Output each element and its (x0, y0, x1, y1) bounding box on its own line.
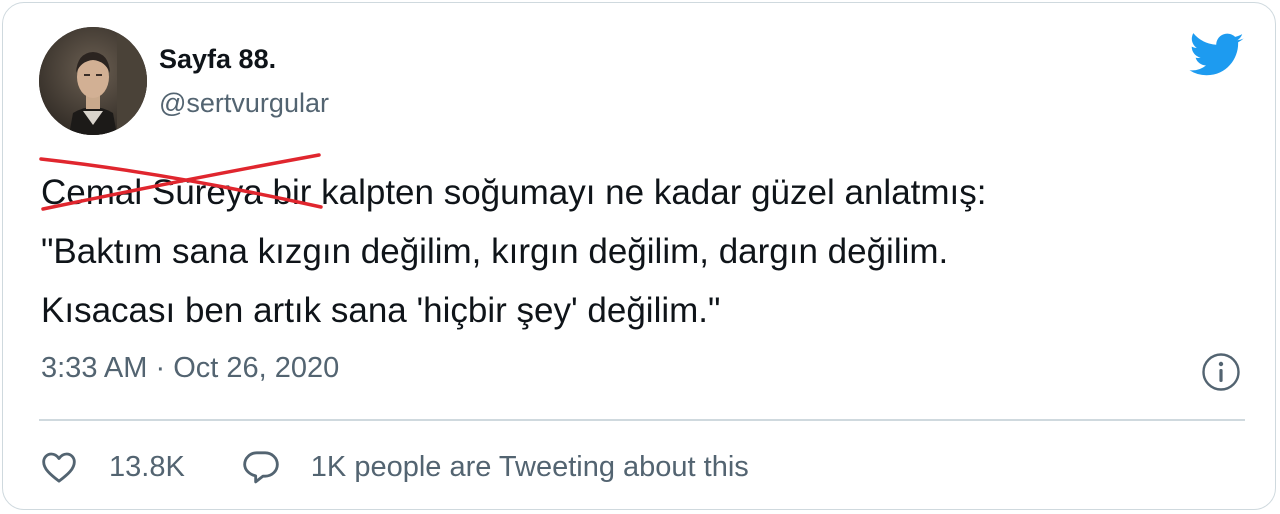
like-count: 13.8K (109, 450, 185, 483)
conversation-button[interactable]: 1K people are Tweeting about this (241, 447, 749, 487)
tweet-text-line-3: Kısacası ben artık sana 'hiçbir şey' değ… (41, 291, 721, 330)
tweet-text-line-2: "Baktım sana kızgın değilim, kırgın deği… (41, 232, 949, 271)
heart-icon (42, 452, 76, 483)
author-display-name[interactable]: Sayfa 88. (159, 43, 276, 75)
tweet-text-line-1: Cemal Süreya bir kalpten soğumayı ne kad… (39, 153, 1271, 222)
conversation-label: 1K people are Tweeting about this (310, 450, 749, 483)
twitter-bird-icon[interactable] (1189, 33, 1245, 79)
struck-name: Cemal Süreya (39, 153, 323, 222)
struck-name-text: Cemal Süreya (41, 173, 263, 212)
speech-bubble-icon (243, 451, 279, 484)
timestamp-separator: · (155, 352, 166, 384)
tweet-card: Sayfa 88. @sertvurgular Cemal Süreya bir… (2, 2, 1276, 510)
divider (39, 419, 1245, 421)
tweet-text: Cemal Süreya bir kalpten soğumayı ne kad… (39, 153, 1271, 340)
tweet-timestamp[interactable]: 3:33 AM · Oct 26, 2020 (41, 351, 339, 385)
tweet-time: 3:33 AM (41, 352, 148, 384)
tweet-actions: 13.8K 1K people are Tweeting about this (39, 443, 749, 491)
info-icon[interactable] (1201, 352, 1241, 392)
tweet-date: Oct 26, 2020 (173, 352, 340, 384)
author-handle[interactable]: @sertvurgular (159, 87, 329, 119)
tweet-text-line-1-rest: bir kalpten soğumayı ne kadar güzel anla… (262, 173, 987, 212)
avatar[interactable] (39, 27, 147, 135)
like-button[interactable]: 13.8K (39, 447, 185, 487)
